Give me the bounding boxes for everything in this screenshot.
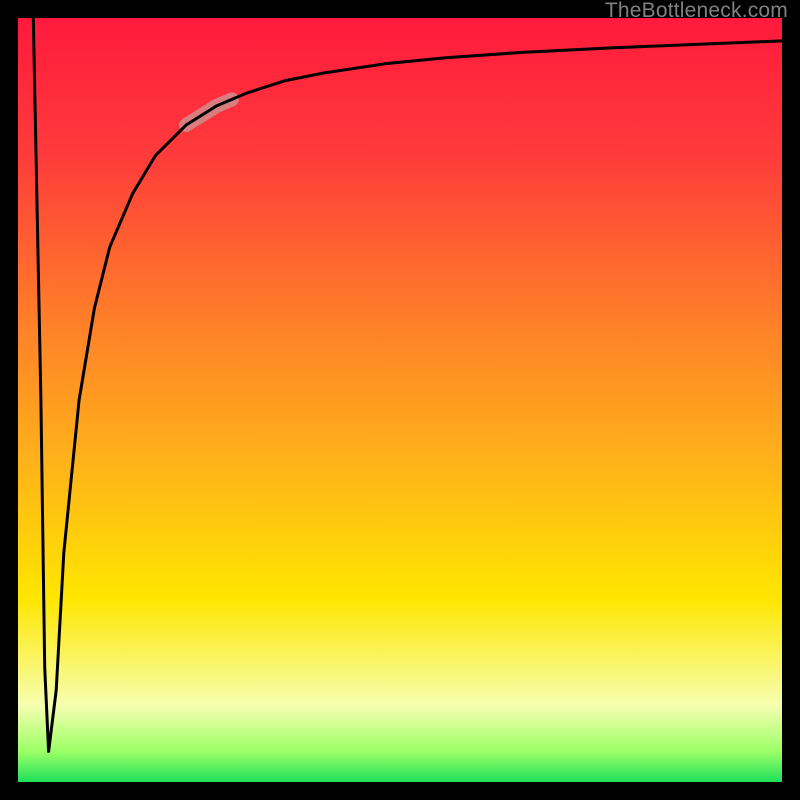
curve-layer: [18, 18, 782, 782]
plot-area: [18, 18, 782, 782]
curve-highlight: [186, 99, 232, 125]
chart-stage: TheBottleneck.com: [0, 0, 800, 800]
curve-path: [33, 18, 782, 751]
watermark-text: TheBottleneck.com: [605, 0, 788, 23]
